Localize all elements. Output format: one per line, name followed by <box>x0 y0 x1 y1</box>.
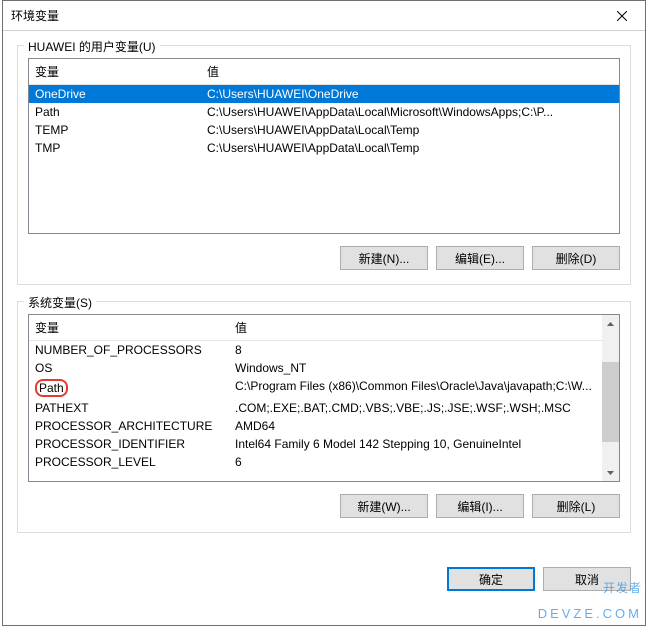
cell-value: 8 <box>229 341 619 359</box>
cell-value: C:\Program Files (x86)\Common Files\Orac… <box>229 377 619 399</box>
list-header: 变量 值 <box>29 315 619 341</box>
cell-value: C:\Users\HUAWEI\AppData\Local\Microsoft\… <box>201 103 619 121</box>
col-variable[interactable]: 变量 <box>29 315 229 340</box>
table-row[interactable]: Path C:\Program Files (x86)\Common Files… <box>29 377 619 399</box>
sys-vars-list[interactable]: 变量 值 NUMBER_OF_PROCESSORS 8 OS Windows_N… <box>28 314 620 482</box>
cell-value: C:\Users\HUAWEI\AppData\Local\Temp <box>201 121 619 139</box>
path-highlight: Path <box>35 379 68 397</box>
edit-button[interactable]: 编辑(I)... <box>436 494 524 518</box>
delete-button[interactable]: 删除(D) <box>532 246 620 270</box>
user-vars-label: HUAWEI 的用户变量(U) <box>24 38 160 55</box>
user-vars-list[interactable]: 变量 值 OneDrive C:\Users\HUAWEI\OneDrive P… <box>28 58 620 234</box>
close-button[interactable] <box>599 1 645 30</box>
cell-value: Intel64 Family 6 Model 142 Stepping 10, … <box>229 435 619 453</box>
chevron-down-icon <box>607 471 614 475</box>
list-body: NUMBER_OF_PROCESSORS 8 OS Windows_NT Pat… <box>29 341 619 471</box>
cell-name: TMP <box>29 139 201 157</box>
cell-value: C:\Users\HUAWEI\AppData\Local\Temp <box>201 139 619 157</box>
user-vars-buttons: 新建(N)... 编辑(E)... 删除(D) <box>28 246 620 270</box>
cell-value: 6 <box>229 453 619 471</box>
new-button[interactable]: 新建(W)... <box>340 494 428 518</box>
cancel-button[interactable]: 取消 <box>543 567 631 591</box>
col-value[interactable]: 值 <box>201 59 619 84</box>
edit-button[interactable]: 编辑(E)... <box>436 246 524 270</box>
cell-name: PROCESSOR_LEVEL <box>29 453 229 471</box>
table-row[interactable]: PATHEXT .COM;.EXE;.BAT;.CMD;.VBS;.VBE;.J… <box>29 399 619 417</box>
delete-button[interactable]: 删除(L) <box>532 494 620 518</box>
env-vars-dialog: 环境变量 HUAWEI 的用户变量(U) 变量 值 OneDrive C:\Us… <box>2 0 646 626</box>
cell-name: NUMBER_OF_PROCESSORS <box>29 341 229 359</box>
dialog-content: HUAWEI 的用户变量(U) 变量 值 OneDrive C:\Users\H… <box>3 31 645 563</box>
cell-name: Path <box>29 377 229 399</box>
scroll-up-button[interactable] <box>602 315 619 332</box>
ok-button[interactable]: 确定 <box>447 567 535 591</box>
titlebar: 环境变量 <box>3 1 645 31</box>
cell-name: Path <box>29 103 201 121</box>
dialog-title: 环境变量 <box>11 7 59 24</box>
sys-vars-label: 系统变量(S) <box>24 294 96 311</box>
dialog-footer: 确定 取消 <box>3 567 645 591</box>
table-row[interactable]: TMP C:\Users\HUAWEI\AppData\Local\Temp <box>29 139 619 157</box>
sys-vars-group: 系统变量(S) 变量 值 NUMBER_OF_PROCESSORS 8 OS W… <box>17 301 631 533</box>
cell-value: AMD64 <box>229 417 619 435</box>
col-value[interactable]: 值 <box>229 315 619 340</box>
cell-name: OneDrive <box>29 85 201 103</box>
list-header: 变量 值 <box>29 59 619 85</box>
scroll-down-button[interactable] <box>602 464 619 481</box>
table-row[interactable]: TEMP C:\Users\HUAWEI\AppData\Local\Temp <box>29 121 619 139</box>
table-row[interactable]: Path C:\Users\HUAWEI\AppData\Local\Micro… <box>29 103 619 121</box>
cell-name: TEMP <box>29 121 201 139</box>
sys-vars-buttons: 新建(W)... 编辑(I)... 删除(L) <box>28 494 620 518</box>
table-row[interactable]: OneDrive C:\Users\HUAWEI\OneDrive <box>29 85 619 103</box>
cell-name: PATHEXT <box>29 399 229 417</box>
table-row[interactable]: PROCESSOR_IDENTIFIER Intel64 Family 6 Mo… <box>29 435 619 453</box>
table-row[interactable]: NUMBER_OF_PROCESSORS 8 <box>29 341 619 359</box>
table-row[interactable]: PROCESSOR_ARCHITECTURE AMD64 <box>29 417 619 435</box>
scroll-thumb[interactable] <box>602 362 619 442</box>
close-icon <box>617 11 627 21</box>
col-variable[interactable]: 变量 <box>29 59 201 84</box>
cell-value: Windows_NT <box>229 359 619 377</box>
scrollbar[interactable] <box>602 315 619 481</box>
chevron-up-icon <box>607 322 614 326</box>
scroll-track[interactable] <box>602 332 619 464</box>
table-row[interactable]: OS Windows_NT <box>29 359 619 377</box>
table-row[interactable]: PROCESSOR_LEVEL 6 <box>29 453 619 471</box>
cell-value: .COM;.EXE;.BAT;.CMD;.VBS;.VBE;.JS;.JSE;.… <box>229 399 619 417</box>
list-body: OneDrive C:\Users\HUAWEI\OneDrive Path C… <box>29 85 619 157</box>
user-vars-group: HUAWEI 的用户变量(U) 变量 值 OneDrive C:\Users\H… <box>17 45 631 285</box>
new-button[interactable]: 新建(N)... <box>340 246 428 270</box>
cell-name: PROCESSOR_ARCHITECTURE <box>29 417 229 435</box>
cell-name: PROCESSOR_IDENTIFIER <box>29 435 229 453</box>
cell-value: C:\Users\HUAWEI\OneDrive <box>201 85 619 103</box>
cell-name: OS <box>29 359 229 377</box>
